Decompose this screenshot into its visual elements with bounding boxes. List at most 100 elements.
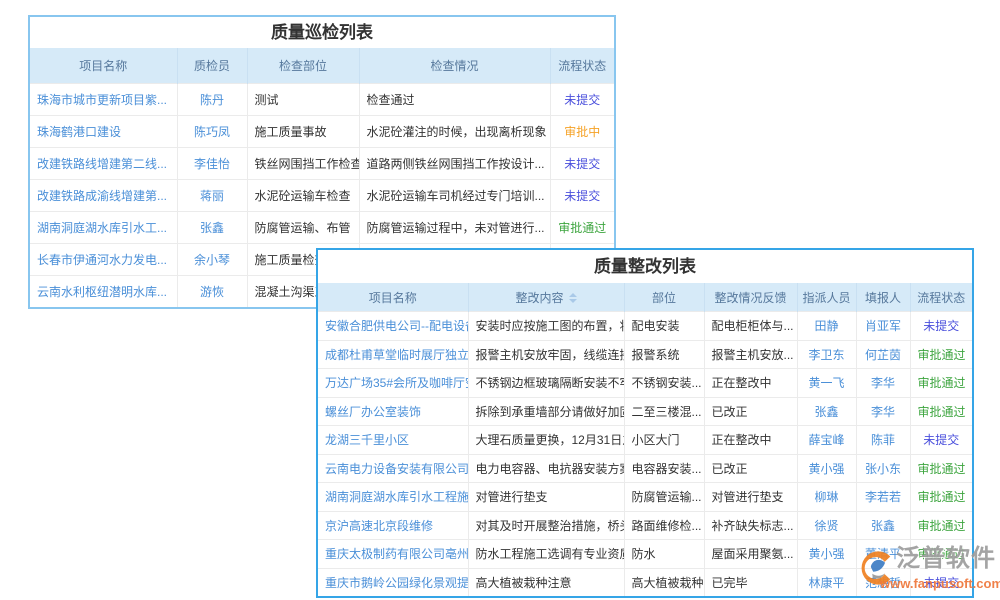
inspector-link[interactable]: 李佳怡 [177,148,247,180]
reporter-link[interactable]: 肖亚军 [856,312,910,341]
project-name-link[interactable]: 珠海市城市更新项目紫... [30,84,177,116]
table-row: 改建铁路成渝线增建第...蒋丽水泥砼运输车检查水泥砼运输车司机经过专门培训...… [30,180,614,212]
reporter-link[interactable]: 张小东 [856,454,910,483]
inspector-link[interactable]: 张鑫 [177,212,247,244]
column-header-label: 部位 [652,291,676,305]
rectify-content-cell: 对管进行垫支 [468,483,624,512]
rectify-content-cell: 对其及时开展整治措施，桥头... [468,511,624,540]
project-name-link[interactable]: 螺丝厂办公室装饰 [318,397,468,426]
inspector-link[interactable]: 陈丹 [177,84,247,116]
flow-status-badge: 审批中 [550,116,614,148]
rectify-content-cell: 电力电容器、电抗器安装方案,... [468,454,624,483]
flow-status-badge: 审批通过 [910,511,972,540]
project-name-link[interactable]: 成都杜甫草堂临时展厅独立展... [318,340,468,369]
column-header-label: 流程状态 [558,59,606,73]
rectify-content-cell: 高大植被栽种注意 [468,568,624,596]
column-header: 质检员 [177,48,247,84]
column-header-label: 检查部位 [279,59,327,73]
column-header: 项目名称 [318,283,468,312]
table-row: 珠海鹤港口建设陈巧凤施工质量事故水泥砼灌注的时候，出现离析现象审批中 [30,116,614,148]
flow-status-badge: 未提交 [910,312,972,341]
column-header-label: 检查情况 [430,59,478,73]
column-header-label: 流程状态 [917,291,965,305]
project-name-link[interactable]: 湖南洞庭湖水库引水工程施工标 [318,483,468,512]
reporter-link[interactable]: 陈菲 [856,426,910,455]
check-part-cell: 防腐管运输、布管 [247,212,359,244]
flow-status-badge: 未提交 [550,84,614,116]
assignee-link[interactable]: 黄小强 [797,454,856,483]
part-cell: 不锈钢安装... [624,369,704,398]
feedback-cell: 对管进行垫支 [704,483,797,512]
rectification-table-title: 质量整改列表 [318,250,972,283]
feedback-cell: 已改正 [704,454,797,483]
reporter-link[interactable]: 何芷茵 [856,340,910,369]
part-cell: 路面维修检... [624,511,704,540]
feedback-cell: 已完毕 [704,568,797,596]
part-cell: 报警系统 [624,340,704,369]
flow-status-badge: 审批通过 [910,369,972,398]
inspector-link[interactable]: 余小琴 [177,244,247,276]
reporter-link[interactable]: 李若若 [856,483,910,512]
assignee-link[interactable]: 柳琳 [797,483,856,512]
project-name-link[interactable]: 改建铁路成渝线增建第... [30,180,177,212]
table-row: 螺丝厂办公室装饰拆除到承重墙部分请做好加固...二至三楼混...已改正张鑫李华审… [318,397,972,426]
flow-status-badge: 未提交 [910,426,972,455]
project-name-link[interactable]: 龙湖三千里小区 [318,426,468,455]
column-header[interactable]: 整改内容 [468,283,624,312]
assignee-link[interactable]: 黄小强 [797,540,856,569]
check-part-cell: 铁丝网围挡工作检查 [247,148,359,180]
inspection-table-title: 质量巡检列表 [30,17,614,48]
feedback-cell: 屋面采用聚氨... [704,540,797,569]
table-row: 湖南洞庭湖水库引水工程施工标对管进行垫支防腐管运输...对管进行垫支柳琳李若若审… [318,483,972,512]
column-header-label: 项目名称 [79,59,127,73]
project-name-link[interactable]: 安徽合肥供电公司--配电设备... [318,312,468,341]
project-name-link[interactable]: 万达广场35#会所及咖啡厅空... [318,369,468,398]
column-header: 流程状态 [910,283,972,312]
inspector-link[interactable]: 陈巧凤 [177,116,247,148]
part-cell: 电容器安装... [624,454,704,483]
inspector-link[interactable]: 蒋丽 [177,180,247,212]
assignee-link[interactable]: 薛宝峰 [797,426,856,455]
feedback-cell: 报警主机安放... [704,340,797,369]
feedback-cell: 补齐缺失标志... [704,511,797,540]
flow-status-badge: 未提交 [550,148,614,180]
rectify-content-cell: 大理石质量更换，12月31日之... [468,426,624,455]
assignee-link[interactable]: 李卫东 [797,340,856,369]
feedback-cell: 配电柜柜体与... [704,312,797,341]
check-part-cell: 测试 [247,84,359,116]
project-name-link[interactable]: 云南电力设备安装有限公司20... [318,454,468,483]
project-name-link[interactable]: 改建铁路线增建第二线... [30,148,177,180]
assignee-link[interactable]: 田静 [797,312,856,341]
project-name-link[interactable]: 云南水利枢纽潜明水库... [30,276,177,308]
column-header-label: 项目名称 [369,291,417,305]
flow-status-badge: 审批通过 [910,340,972,369]
flow-status-badge: 审批通过 [910,397,972,426]
part-cell: 防水 [624,540,704,569]
project-name-link[interactable]: 重庆太极制药有限公司亳州中... [318,540,468,569]
reporter-link[interactable]: 张鑫 [856,511,910,540]
inspector-link[interactable]: 游恢 [177,276,247,308]
assignee-link[interactable]: 徐贤 [797,511,856,540]
column-header: 流程状态 [550,48,614,84]
project-name-link[interactable]: 重庆市鹅岭公园绿化景观提升... [318,568,468,596]
watermark-url: www.fanpusoft.com [880,576,1000,591]
reporter-link[interactable]: 李华 [856,397,910,426]
table-row: 安徽合肥供电公司--配电设备...安装时应按施工图的布置，将...配电安装配电柜… [318,312,972,341]
watermark-brand: 泛普软件 [896,546,996,572]
sort-icon[interactable] [569,293,577,303]
table-row: 龙湖三千里小区大理石质量更换，12月31日之...小区大门正在整改中薛宝峰陈菲未… [318,426,972,455]
part-cell: 二至三楼混... [624,397,704,426]
table-row: 湖南洞庭湖水库引水工...张鑫防腐管运输、布管防腐管运输过程中，未对管进行...… [30,212,614,244]
assignee-link[interactable]: 黄一飞 [797,369,856,398]
column-header: 整改情况反馈 [704,283,797,312]
rectify-content-cell: 不锈钢边框玻璃隔断安装不牢... [468,369,624,398]
assignee-link[interactable]: 林康平 [797,568,856,596]
table-row: 珠海市城市更新项目紫...陈丹测试检查通过未提交 [30,84,614,116]
column-header: 检查部位 [247,48,359,84]
reporter-link[interactable]: 李华 [856,369,910,398]
project-name-link[interactable]: 京沪高速北京段维修 [318,511,468,540]
project-name-link[interactable]: 珠海鹤港口建设 [30,116,177,148]
assignee-link[interactable]: 张鑫 [797,397,856,426]
project-name-link[interactable]: 湖南洞庭湖水库引水工... [30,212,177,244]
project-name-link[interactable]: 长春市伊通河水力发电... [30,244,177,276]
